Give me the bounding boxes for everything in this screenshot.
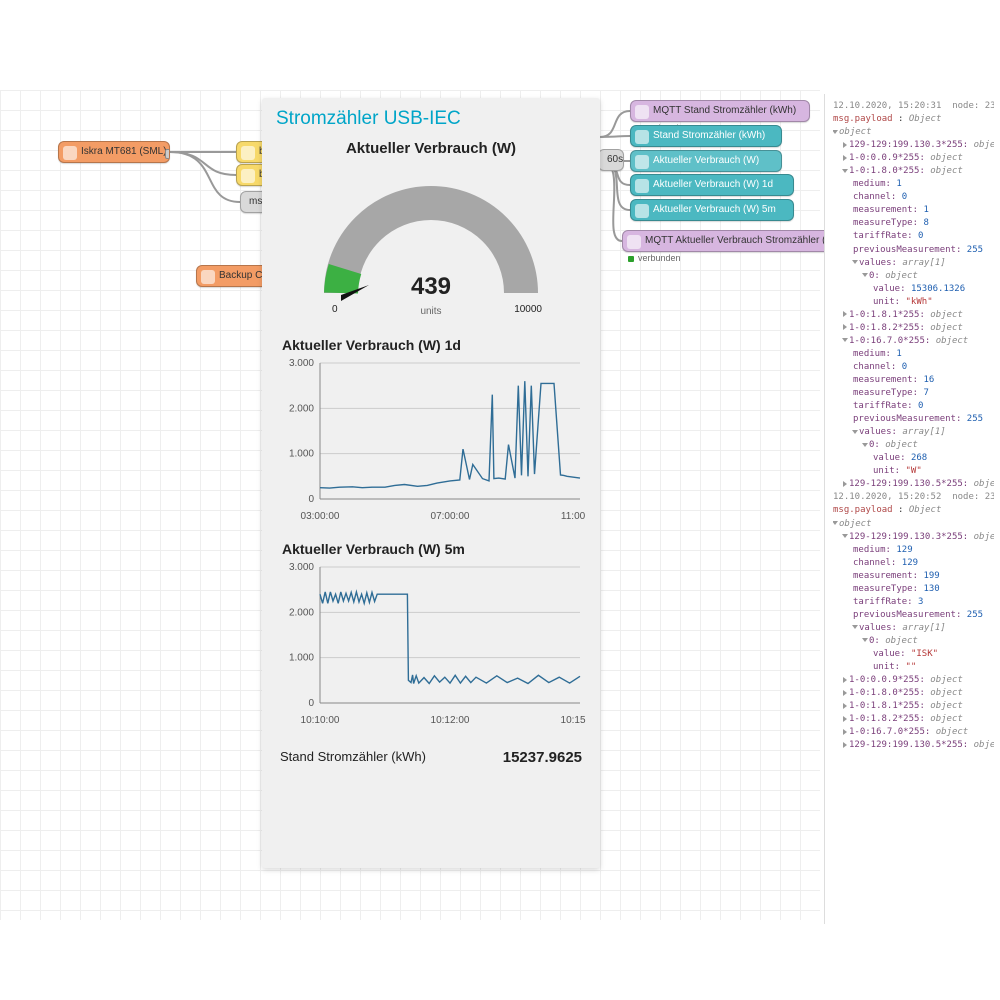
kwh-value: 15237.9625	[503, 749, 582, 766]
svg-text:3.000: 3.000	[289, 562, 314, 573]
gauge: 439 units 0 10000	[276, 163, 586, 323]
dashboard-panel: Stromzähler USB-IEC Aktueller Verbrauch …	[262, 98, 600, 868]
gauge-min: 0	[332, 304, 338, 315]
svg-text:1.000: 1.000	[289, 449, 314, 460]
node-label: Aktueller Verbrauch (W)	[653, 150, 759, 172]
gauge-value: 439	[276, 273, 586, 301]
kwh-row: Stand Stromzähler (kWh) 15237.9625	[276, 749, 586, 766]
svg-text:1.000: 1.000	[289, 653, 314, 664]
kwh-label: Stand Stromzähler (kWh)	[280, 749, 426, 766]
node-status-mqtt-verbrauch: verbunden	[628, 253, 681, 263]
svg-text:0: 0	[308, 698, 314, 709]
node-label: Iskra MT681 (SML)	[81, 141, 167, 163]
chart-5m-title: Aktueller Verbrauch (W) 5m	[282, 541, 586, 557]
svg-text:2.000: 2.000	[289, 403, 314, 414]
node-stand[interactable]: Stand Stromzähler (kWh)	[630, 125, 782, 147]
node-label: Aktueller Verbrauch (W) 1d	[653, 174, 773, 196]
chart-1d-title: Aktueller Verbrauch (W) 1d	[282, 337, 586, 353]
svg-text:10:10:00: 10:10:00	[301, 715, 340, 726]
debug-sidebar[interactable]: 12.10.2020, 15:20:31 node: 23eb7731.19ae…	[824, 94, 1000, 924]
node-label: Aktueller Verbrauch (W) 5m	[653, 199, 776, 221]
chart-1d: Aktueller Verbrauch (W) 1d 0 1.000 2.000 3.…	[276, 337, 586, 527]
node-mqtt-verbrauch[interactable]: MQTT Aktueller Verbrauch Stromzähler (W)	[622, 230, 850, 252]
chart-5m: Aktueller Verbrauch (W) 5m 0 1.000 2.000 3.…	[276, 541, 586, 731]
svg-text:2.000: 2.000	[289, 607, 314, 618]
node-label: MQTT Aktueller Verbrauch Stromzähler (W)	[645, 230, 838, 252]
svg-text:3.000: 3.000	[289, 358, 314, 369]
svg-text:0: 0	[308, 494, 314, 505]
svg-text:10:15:00: 10:15:00	[561, 715, 586, 726]
gauge-title: Aktueller Verbrauch (W)	[276, 140, 586, 157]
node-verbrauch[interactable]: Aktueller Verbrauch (W)	[630, 150, 782, 172]
dashboard-title: Stromzähler USB-IEC	[276, 108, 586, 130]
svg-text:10:12:00: 10:12:00	[431, 715, 470, 726]
node-label: MQTT Stand Stromzähler (kWh)	[653, 100, 796, 122]
node-iskra[interactable]: Iskra MT681 (SML)	[58, 141, 170, 163]
svg-text:07:00:00: 07:00:00	[431, 511, 470, 522]
svg-text:11:00:00: 11:00:00	[561, 511, 586, 522]
node-verbrauch-5m[interactable]: Aktueller Verbrauch (W) 5m	[630, 199, 794, 221]
node-label: Stand Stromzähler (kWh)	[653, 125, 765, 147]
gauge-max: 10000	[514, 304, 542, 315]
node-delay[interactable]: 60s	[598, 149, 624, 171]
node-verbrauch-1d[interactable]: Aktueller Verbrauch (W) 1d	[630, 174, 794, 196]
node-mqtt-stand[interactable]: MQTT Stand Stromzähler (kWh)	[630, 100, 810, 122]
svg-text:03:00:00: 03:00:00	[301, 511, 340, 522]
node-label: 60s	[607, 149, 623, 171]
